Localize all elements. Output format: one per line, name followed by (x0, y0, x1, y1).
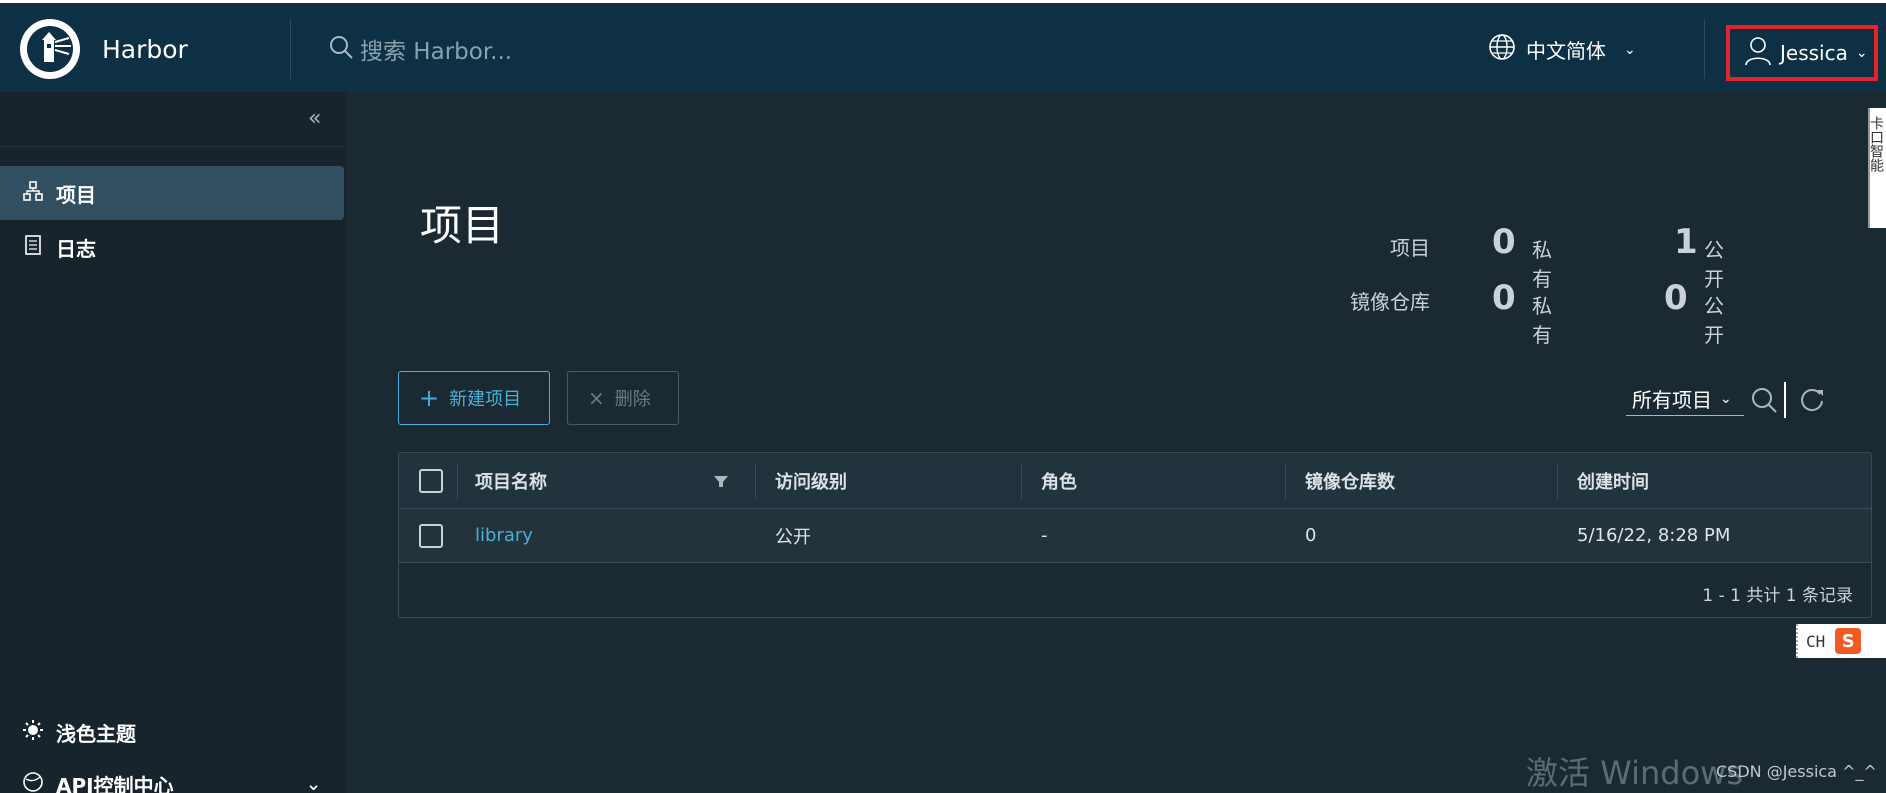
projects-icon (22, 180, 44, 207)
brand-name[interactable]: Harbor (102, 35, 188, 64)
pagination-summary: 1 - 1 共计 1 条记录 (1702, 586, 1853, 606)
page-title: 项目 (420, 201, 505, 250)
created-time: 5/16/22, 8:28 PM (1577, 525, 1731, 546)
api-center-label: API控制中心 (56, 773, 174, 793)
refresh-icon[interactable] (1798, 386, 1826, 418)
sidebar-item-projects[interactable]: 项目 (0, 166, 344, 220)
header-divider (290, 19, 291, 79)
search-icon (328, 34, 354, 64)
filter-icon[interactable] (713, 453, 729, 508)
access-level: 公开 (775, 526, 811, 548)
csdn-watermark: CSDN @Jessica ^_^ (1716, 762, 1877, 781)
close-icon: × (588, 386, 605, 410)
column-header-access[interactable]: 访问级别 (775, 453, 847, 508)
sidebar-item-logs[interactable]: 日志 (0, 220, 344, 274)
stat-repos-public: 0 (1664, 278, 1688, 318)
ime-mode: CH (1806, 631, 1826, 651)
globe-icon (1488, 33, 1516, 66)
project-name-link[interactable]: library (475, 509, 533, 562)
stat-public-label: 公开 (1704, 238, 1724, 291)
delete-button[interactable]: × 删除 (567, 371, 679, 425)
stat-private-label: 私有 (1532, 238, 1552, 291)
harbor-logo-icon[interactable] (20, 19, 80, 79)
chevron-down-icon: ⌄ (306, 773, 322, 793)
user-name: Jessica (1780, 41, 1848, 65)
windows-activation-watermark: 激活 Windows (1526, 754, 1744, 792)
globe-icon (22, 771, 44, 793)
column-divider (1557, 463, 1558, 499)
user-menu[interactable]: Jessica ⌄ (1726, 25, 1878, 81)
language-label: 中文简体 (1526, 39, 1606, 63)
logs-icon (22, 234, 44, 261)
new-project-label: 新建项目 (449, 389, 522, 410)
chevron-down-icon: ⌄ (1720, 390, 1732, 407)
sidebar: « 项目 日志 浅色主题 API控制中心 ⌄ (0, 92, 346, 793)
column-header-created[interactable]: 创建时间 (1577, 453, 1649, 508)
search-input[interactable]: 搜索 Harbor... (360, 32, 512, 66)
api-center-menu[interactable]: API控制中心 ⌄ (0, 764, 346, 793)
projects-table: 项目名称 访问级别 角色 镜像仓库数 创建时间 library 公开 - 0 5… (398, 452, 1872, 618)
column-header-role[interactable]: 角色 (1041, 453, 1077, 508)
select-all-checkbox[interactable] (419, 469, 443, 493)
global-search[interactable]: 搜索 Harbor... (328, 33, 512, 65)
column-header-repo-count[interactable]: 镜像仓库数 (1305, 453, 1395, 508)
toolbar-divider (1784, 382, 1786, 418)
plus-icon: + (419, 384, 440, 412)
filter-value: 所有项目 (1632, 388, 1712, 412)
ime-indicator[interactable]: CH S (1796, 624, 1886, 658)
column-divider (1021, 463, 1022, 499)
sun-icon (22, 719, 44, 746)
sidebar-divider (0, 146, 346, 147)
delete-label: 删除 (614, 389, 651, 410)
sidebar-item-label: 项目 (56, 182, 96, 207)
top-header: Harbor 搜索 Harbor... 中文简体 ⌄ Jessica ⌄ (0, 0, 1886, 92)
table-header: 项目名称 访问级别 角色 镜像仓库数 创建时间 (399, 453, 1871, 509)
collapse-sidebar-icon[interactable]: « (308, 106, 321, 131)
stat-private-label: 私有 (1532, 294, 1552, 347)
theme-toggle[interactable]: 浅色主题 (0, 712, 346, 752)
stat-projects-public: 1 (1674, 222, 1698, 262)
sidebar-item-label: 日志 (56, 236, 96, 261)
stat-repos-label: 镜像仓库 (1350, 290, 1430, 314)
column-header-name[interactable]: 项目名称 (475, 453, 547, 508)
project-filter-select[interactable]: 所有项目 ⌄ (1626, 382, 1744, 416)
language-selector[interactable]: 中文简体 ⌄ (1488, 33, 1636, 66)
role: - (1041, 525, 1048, 546)
sogou-icon: S (1835, 628, 1862, 654)
chevron-down-icon: ⌄ (1624, 41, 1636, 58)
column-divider (1285, 463, 1286, 499)
header-divider (1704, 19, 1705, 79)
user-icon (1744, 36, 1772, 71)
stat-public-label: 公开 (1704, 294, 1724, 347)
column-divider (457, 463, 458, 499)
repo-count: 0 (1305, 525, 1317, 546)
column-divider (755, 463, 756, 499)
stat-projects-label: 项目 (1390, 236, 1430, 260)
chevron-down-icon: ⌄ (1855, 45, 1868, 61)
stat-projects-private: 0 (1492, 222, 1516, 262)
theme-label: 浅色主题 (56, 721, 136, 746)
table-row: library 公开 - 0 5/16/22, 8:28 PM (399, 509, 1871, 563)
search-icon[interactable] (1750, 386, 1778, 418)
new-project-button[interactable]: + 新建项目 (398, 371, 550, 425)
side-tab[interactable]: 卡口智能 (1868, 108, 1886, 228)
row-checkbox[interactable] (419, 524, 443, 548)
stat-repos-private: 0 (1492, 278, 1516, 318)
